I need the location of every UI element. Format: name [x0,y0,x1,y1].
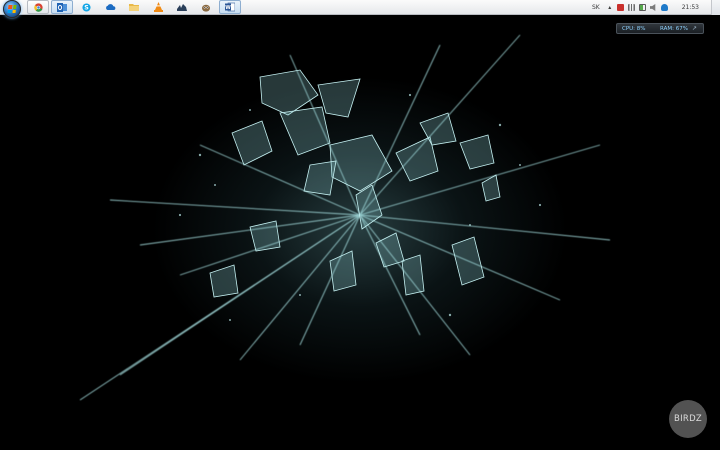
taskbar: S W SK ▴ 21:53 [0,0,720,18]
expand-arrow-icon[interactable]: ↗ [692,25,697,32]
vlc-cone-icon [153,2,163,12]
taskbar-app-vlc[interactable] [147,0,169,14]
system-tray: SK ▴ 21:53 [592,0,720,15]
svg-text:S: S [84,4,89,11]
network-icon[interactable] [627,4,635,11]
taskbar-app-gimp[interactable] [195,0,217,14]
volume-icon[interactable] [649,4,656,11]
show-desktop-button[interactable] [711,0,720,15]
gimp-icon [202,4,210,12]
taskbar-app-explorer[interactable] [123,0,145,14]
watermark-logo: BIRDZ [669,400,707,438]
desktop-wallpaper [0,15,720,450]
steam-icon [177,3,187,11]
clock[interactable]: 21:53 [682,4,699,11]
shattered-glass-art [79,34,611,401]
skype-icon: S [81,2,91,11]
taskbar-app-word[interactable]: W [219,0,241,14]
outlook-icon [57,2,67,12]
taskbar-app-chrome[interactable] [27,0,49,14]
flag-icon[interactable] [616,4,624,11]
chevron-up-icon[interactable]: ▴ [607,4,613,11]
pinned-apps: S W [27,0,243,15]
taskbar-app-outlook[interactable] [51,0,73,14]
taskbar-app-steam[interactable] [171,0,193,14]
folder-icon [129,4,139,11]
svg-text:W: W [225,5,231,11]
system-monitor-gadget[interactable]: CPU: 8% RAM: 67% ↗ [616,23,704,34]
cloud-icon[interactable] [660,4,668,11]
taskbar-app-onedrive[interactable] [99,0,121,14]
chrome-icon [33,2,43,12]
ram-usage: RAM: 67% [660,25,688,32]
cpu-usage: CPU: 8% [622,25,646,32]
taskbar-app-skype[interactable]: S [75,0,97,14]
windows-logo-icon [7,5,17,13]
start-button[interactable] [3,0,21,18]
language-indicator[interactable]: SK [592,4,600,11]
word-icon: W [225,2,235,12]
cloud-icon [105,4,115,10]
battery-icon[interactable] [638,4,646,11]
